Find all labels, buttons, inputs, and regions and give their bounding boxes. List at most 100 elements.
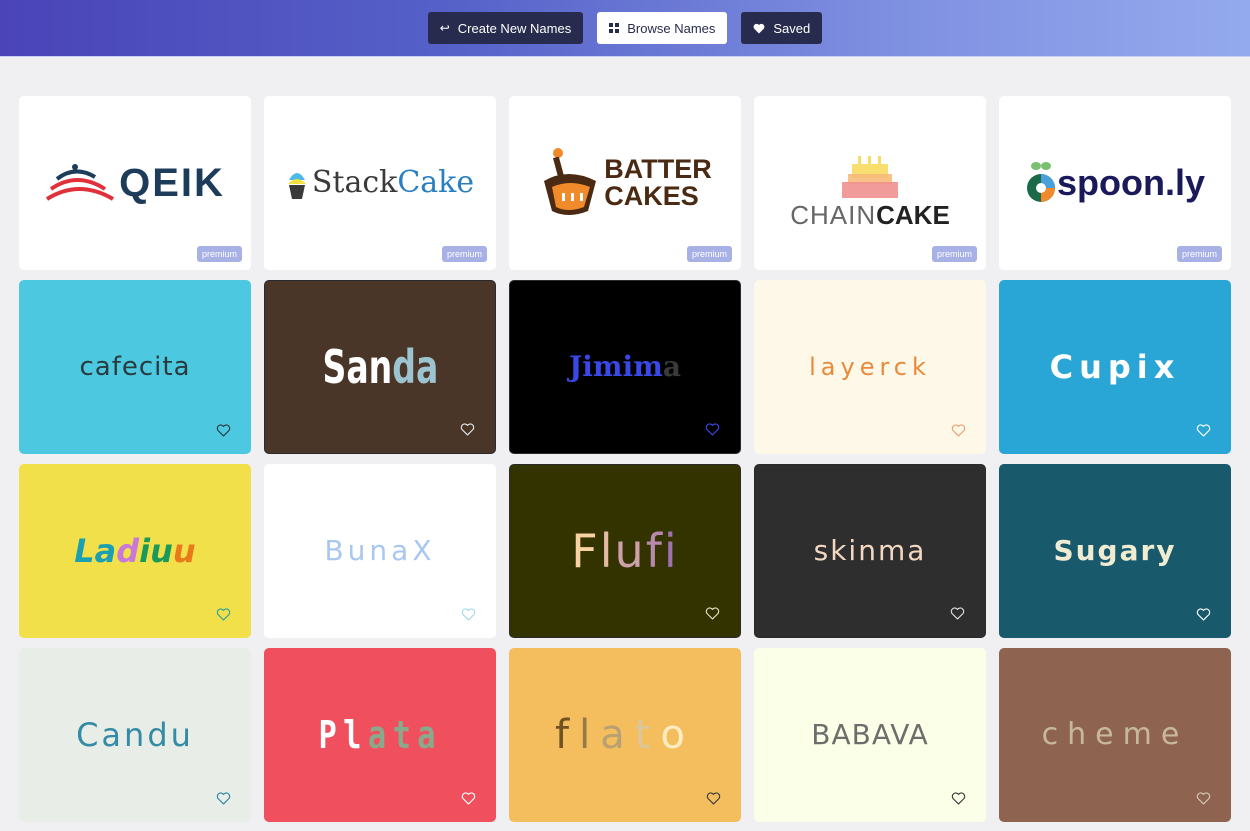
- name-card-bunax[interactable]: BunaX: [264, 464, 496, 638]
- logo-text-line1: BATTER: [604, 154, 712, 184]
- dome-icon: [46, 164, 115, 201]
- heart-icon[interactable]: [216, 607, 231, 621]
- logo-text: QEIK: [119, 161, 225, 205]
- name-card-plata[interactable]: Plata: [264, 648, 496, 822]
- premium-badge: premium: [931, 246, 977, 262]
- wordmark-letter: a: [94, 532, 117, 570]
- heart-icon[interactable]: [216, 791, 231, 805]
- chaincake-logo: CHAINCAKE: [790, 155, 950, 230]
- wordmark-letter: P: [318, 713, 343, 757]
- name-card-sugary[interactable]: Sugary: [999, 464, 1231, 638]
- cupcake-icon: [287, 173, 306, 199]
- wordmark-letter: t: [634, 712, 661, 758]
- wordmark-letter: a: [415, 340, 438, 394]
- heart-icon[interactable]: [1196, 423, 1211, 437]
- wordmark-letter: d: [391, 340, 416, 394]
- name-wordmark: Flufi: [571, 528, 678, 574]
- create-new-names-button[interactable]: ↩ Create New Names: [427, 12, 584, 44]
- name-wordmark: Sugary: [1053, 534, 1177, 567]
- premium-card-qeik[interactable]: QEIK premium: [19, 96, 251, 270]
- name-card-jimima[interactable]: Jimima: [509, 280, 741, 454]
- name-card-flufi[interactable]: Flufi: [509, 464, 741, 638]
- wordmark-letter: o: [660, 712, 695, 758]
- name-wordmark: Sanda: [322, 344, 438, 390]
- create-new-names-label: Create New Names: [457, 20, 572, 36]
- heart-icon[interactable]: [951, 423, 966, 437]
- heart-icon: [753, 23, 765, 34]
- wordmark-letter: f: [555, 712, 580, 758]
- premium-card-stackcake[interactable]: Stack Cake premium: [264, 96, 496, 270]
- heart-icon[interactable]: [1196, 607, 1211, 621]
- wordmark-letter: L: [74, 532, 95, 570]
- name-wordmark: Jimima: [569, 353, 681, 381]
- heart-icon[interactable]: [216, 423, 231, 437]
- wordmark-letter: a: [367, 713, 393, 757]
- spoonly-logo: spoon.ly: [1025, 160, 1205, 206]
- premium-badge: premium: [441, 246, 487, 262]
- wordmark-letter: a: [345, 340, 369, 394]
- wordmark-letter: i: [582, 350, 593, 383]
- wordmark-letter: F: [571, 524, 600, 578]
- name-card-candu[interactable]: Candu: [19, 648, 251, 822]
- name-card-cheme[interactable]: cheme: [999, 648, 1231, 822]
- logo-text-part1: CHAIN: [790, 199, 877, 230]
- premium-card-spoonly[interactable]: spoon.ly premium: [999, 96, 1231, 270]
- heart-icon[interactable]: [706, 791, 721, 805]
- heart-icon[interactable]: [950, 606, 965, 620]
- stackcake-logo: Stack Cake: [286, 166, 474, 200]
- name-wordmark: skinma: [813, 534, 927, 567]
- name-wordmark: BunaX: [324, 534, 436, 567]
- battercakes-text: BATTER CAKES: [604, 156, 712, 210]
- wordmark-letter: u: [150, 532, 173, 570]
- wordmark-letter: m: [633, 350, 663, 383]
- saved-label: Saved: [773, 20, 811, 36]
- name-wordmark: layerck: [809, 353, 931, 381]
- wordmark-letter: l: [579, 712, 601, 758]
- name-wordmark: cheme: [1041, 717, 1189, 752]
- saved-button[interactable]: Saved: [741, 12, 823, 44]
- wordmark-letter: a: [600, 712, 635, 758]
- heart-icon[interactable]: [461, 791, 476, 805]
- name-card-cafecita[interactable]: cafecita: [19, 280, 251, 454]
- name-card-cupix[interactable]: Cupix: [999, 280, 1231, 454]
- premium-card-battercakes[interactable]: BATTER CAKES premium: [509, 96, 741, 270]
- name-wordmark: Cupix: [1049, 348, 1181, 386]
- heart-icon[interactable]: [951, 791, 966, 805]
- browse-names-button[interactable]: Browse Names: [597, 12, 728, 44]
- name-card-ladiuu[interactable]: Ladiuu: [19, 464, 251, 638]
- name-card-layerck[interactable]: layerck: [754, 280, 986, 454]
- logo-text-part1: Stack: [311, 165, 398, 200]
- premium-card-chaincake[interactable]: CHAINCAKE premium: [754, 96, 986, 270]
- heart-icon[interactable]: [705, 422, 720, 436]
- wordmark-letter: i: [139, 532, 151, 570]
- layer-cake-icon: [841, 155, 898, 198]
- name-grid: QEIK premium Stack Cake premium BATTER C…: [19, 96, 1231, 822]
- wordmark-letter: i: [663, 524, 679, 578]
- name-card-skinma[interactable]: skinma: [754, 464, 986, 638]
- logo-text: spoon.ly: [1056, 162, 1205, 203]
- wordmark-letter: a: [662, 350, 681, 383]
- heart-icon[interactable]: [1196, 791, 1211, 805]
- heart-icon[interactable]: [461, 607, 476, 621]
- premium-badge: premium: [1176, 246, 1222, 262]
- wordmark-letter: t: [392, 713, 418, 757]
- battercakes-logo: BATTER CAKES: [538, 147, 712, 219]
- name-card-sanda[interactable]: Sanda: [264, 280, 496, 454]
- wordmark-letter: f: [645, 524, 664, 578]
- heart-icon[interactable]: [705, 606, 720, 620]
- logo-text-part2: CAKE: [876, 199, 950, 230]
- wordmark-letter: S: [322, 340, 346, 394]
- name-card-babava[interactable]: BABAVA: [754, 648, 986, 822]
- wordmark-letter: i: [622, 350, 634, 383]
- batter-bowl-icon: [544, 148, 597, 215]
- arrow-left-icon: ↩: [439, 21, 450, 35]
- name-wordmark: BABAVA: [811, 718, 929, 751]
- logo-text-part2: Cake: [397, 165, 475, 200]
- heart-icon[interactable]: [460, 422, 475, 436]
- name-card-flato[interactable]: flato: [509, 648, 741, 822]
- wordmark-letter: d: [116, 532, 140, 570]
- name-wordmark: Candu: [76, 716, 194, 754]
- wordmark-letter: J: [569, 350, 583, 383]
- qeik-logo: QEIK: [45, 161, 225, 205]
- wordmark-letter: l: [599, 524, 615, 578]
